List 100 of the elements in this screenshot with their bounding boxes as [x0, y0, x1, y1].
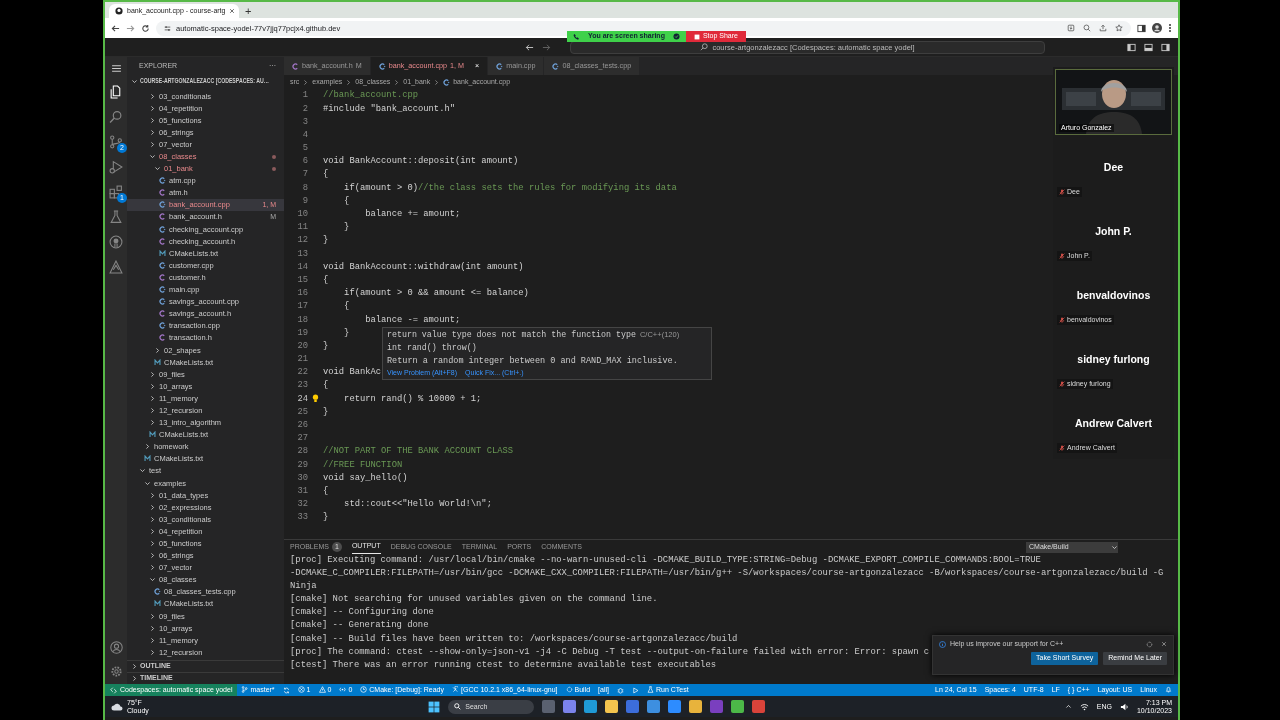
- reload-icon[interactable]: [141, 23, 150, 33]
- triangle-icon[interactable]: [109, 260, 123, 274]
- close-icon[interactable]: [1161, 640, 1167, 647]
- new-tab-button[interactable]: +: [245, 4, 252, 18]
- app-icon[interactable]: [605, 700, 619, 713]
- lightbulb-icon[interactable]: [312, 394, 319, 404]
- chevron-right-icon: [433, 78, 441, 86]
- info-icon: [939, 640, 946, 648]
- status-icon: [360, 686, 368, 694]
- branch-icon: [241, 686, 249, 694]
- line-number: 25: [296, 406, 308, 418]
- line-number: 1: [301, 90, 308, 101]
- line-number: 11: [296, 222, 308, 233]
- line-number: 5: [301, 143, 308, 154]
- zoom-icon[interactable]: [1083, 24, 1091, 32]
- app-icon[interactable]: [731, 700, 745, 713]
- line-number: 6: [301, 156, 308, 167]
- code-line: {: [343, 195, 350, 207]
- close-icon[interactable]: [229, 8, 236, 14]
- output-line: [ctest] There was an error running ctest to determine available test executables: [290, 658, 717, 672]
- code-line: {: [343, 301, 350, 312]
- cmake-file-icon: [144, 455, 151, 463]
- github-icon[interactable]: [109, 235, 123, 249]
- search-icon[interactable]: [109, 110, 123, 124]
- line-number: 3: [301, 116, 308, 128]
- error-message: return value type does not match the function type: [387, 330, 636, 340]
- settings-icon[interactable]: [109, 665, 123, 678]
- menu-icon[interactable]: [110, 63, 122, 74]
- settings-icon[interactable]: [1146, 640, 1153, 648]
- header-file-icon: [159, 310, 166, 318]
- chevron-down-icon: [1111, 543, 1118, 551]
- line-number: 19: [296, 327, 308, 339]
- code-line: balance += amount;: [364, 209, 461, 220]
- profile-icon[interactable]: [1152, 23, 1162, 33]
- cpp-file-icon: [159, 177, 166, 185]
- line-number: 27: [296, 433, 308, 444]
- header-file-icon: [292, 62, 299, 70]
- app-icon[interactable]: [668, 700, 682, 713]
- flask-icon[interactable]: [109, 210, 123, 224]
- more-icon[interactable]: [1168, 23, 1172, 33]
- share-icon[interactable]: [1099, 24, 1107, 32]
- line-number: 15: [296, 274, 308, 286]
- code-comment: //bank_account.cpp: [323, 90, 419, 101]
- participant-name: Dee: [1102, 160, 1125, 174]
- code-line: if(amount > 0)//the class sets the rules for modifying its data: [343, 182, 677, 194]
- header-file-icon: [159, 189, 166, 197]
- code-comment: //FREE FUNCTION: [323, 459, 403, 471]
- layout-secondary-icon[interactable]: [1161, 42, 1170, 52]
- code-line: }: [343, 222, 350, 233]
- cpp-file-icon: [159, 286, 166, 294]
- account-icon[interactable]: [109, 641, 123, 654]
- app-icon[interactable]: [689, 700, 703, 713]
- cmake-file-icon: [154, 358, 161, 366]
- app-icon[interactable]: [584, 700, 598, 713]
- sync-icon: [282, 686, 290, 694]
- line-number: 31: [296, 485, 308, 497]
- forward-icon[interactable]: [126, 23, 135, 33]
- install-icon[interactable]: [1067, 24, 1075, 32]
- tray-chevron-icon[interactable]: [1064, 703, 1072, 710]
- line-number: 32: [296, 499, 308, 510]
- bug-icon: [617, 686, 624, 694]
- files-icon[interactable]: [109, 85, 123, 99]
- code-line: {: [323, 274, 329, 286]
- cmake-file-icon: [154, 600, 161, 608]
- status-dot: [272, 154, 276, 159]
- code-line: void say_hello(): [323, 472, 408, 484]
- output-line: [proc] The command: ctest --show-only=json-v1 -j4 -C Debug -T test --output-on-failure failed with error: Error: spawn c: [290, 645, 930, 659]
- line-number: 16: [296, 288, 308, 299]
- forward-icon[interactable]: [542, 42, 551, 52]
- line-number: 9: [301, 195, 308, 207]
- code-line: }: [323, 340, 329, 352]
- layout-sidebar-icon[interactable]: [1127, 42, 1136, 52]
- cpp-file-icon: [154, 588, 161, 596]
- cmake-file-icon: [159, 249, 166, 257]
- speaker-icon[interactable]: [1119, 702, 1129, 711]
- header-file-icon: [159, 273, 166, 281]
- line-number: 8: [301, 182, 308, 194]
- app-icon[interactable]: [563, 700, 577, 713]
- layout-panel-icon[interactable]: [1144, 42, 1153, 52]
- cpp-file-icon: [159, 225, 166, 233]
- output-line: -DCMAKE_C_COMPILER:FILEPATH=/usr/bin/gcc -DCMAKE_CXX_COMPILER:FILEPATH=/usr/bin/g++ -S/workspaces/course-artgonzalezacc -B/workspaces/course-artgonzalezacc/build -G: [290, 567, 1164, 581]
- chevron-right-icon: [345, 78, 353, 86]
- remote-icon: [110, 686, 117, 694]
- antenna-icon: [339, 686, 347, 694]
- back-icon[interactable]: [111, 23, 120, 33]
- run-debug-icon[interactable]: [109, 160, 123, 174]
- side-panel-icon[interactable]: [1137, 23, 1146, 33]
- chevron-right-icon: [144, 443, 151, 451]
- phone-icon: [573, 33, 580, 40]
- app-icon[interactable]: [647, 700, 661, 713]
- search-icon: [700, 43, 709, 51]
- line-number: 7: [301, 169, 308, 180]
- output-line: [cmake] -- Configuring done: [290, 606, 434, 620]
- wifi-icon[interactable]: [1079, 702, 1089, 711]
- start-icon[interactable]: [428, 700, 441, 713]
- extensions-icon[interactable]: [109, 185, 123, 199]
- code-line: balance -= amount;: [364, 314, 461, 326]
- gear-icon: [565, 686, 573, 694]
- star-icon[interactable]: [1115, 24, 1123, 32]
- branch-icon[interactable]: [109, 135, 123, 149]
